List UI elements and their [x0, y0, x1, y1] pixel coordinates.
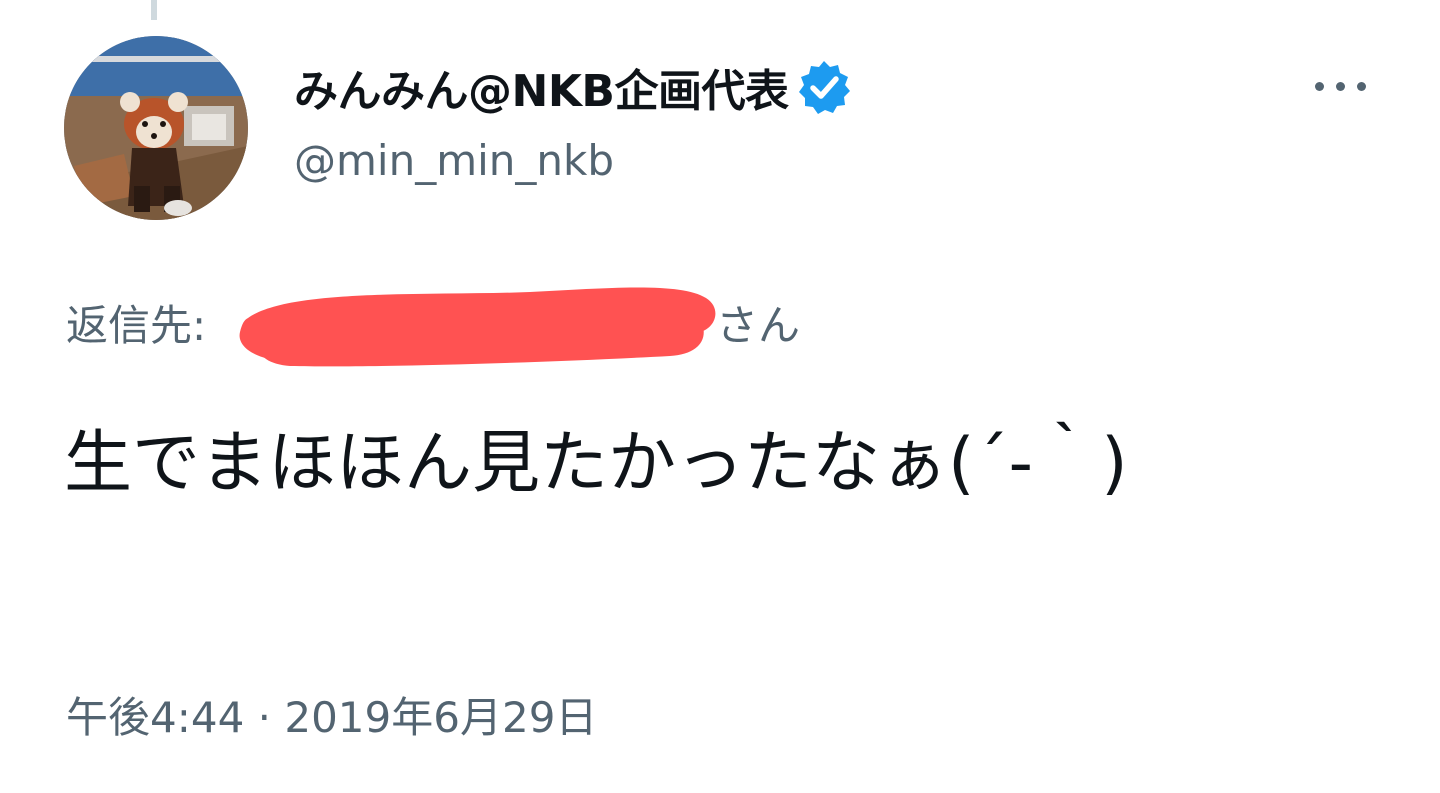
avatar[interactable]: [64, 36, 248, 220]
redaction-scribble: [239, 287, 716, 367]
more-dot: [1314, 81, 1324, 91]
tweet-timestamp[interactable]: 午後4:44 · 2019年6月29日: [66, 684, 597, 745]
more-dot: [1335, 81, 1345, 91]
reply-prefix: 返信先:: [66, 301, 207, 350]
more-options-icon[interactable]: [1300, 66, 1380, 106]
display-name[interactable]: みんみん@NKB企画代表: [294, 55, 789, 119]
red-panda-photo: [64, 36, 248, 220]
thread-line: [151, 0, 157, 20]
reply-suffix: さん: [716, 301, 801, 350]
more-dot: [1356, 81, 1366, 91]
display-name-row[interactable]: みんみん@NKB企画代表: [294, 54, 854, 120]
tweet-text: 生でまほほん見たかったなぁ(´-｀): [64, 424, 1128, 503]
user-handle[interactable]: @min_min_nkb: [294, 136, 614, 185]
verified-badge-icon: [799, 61, 851, 114]
